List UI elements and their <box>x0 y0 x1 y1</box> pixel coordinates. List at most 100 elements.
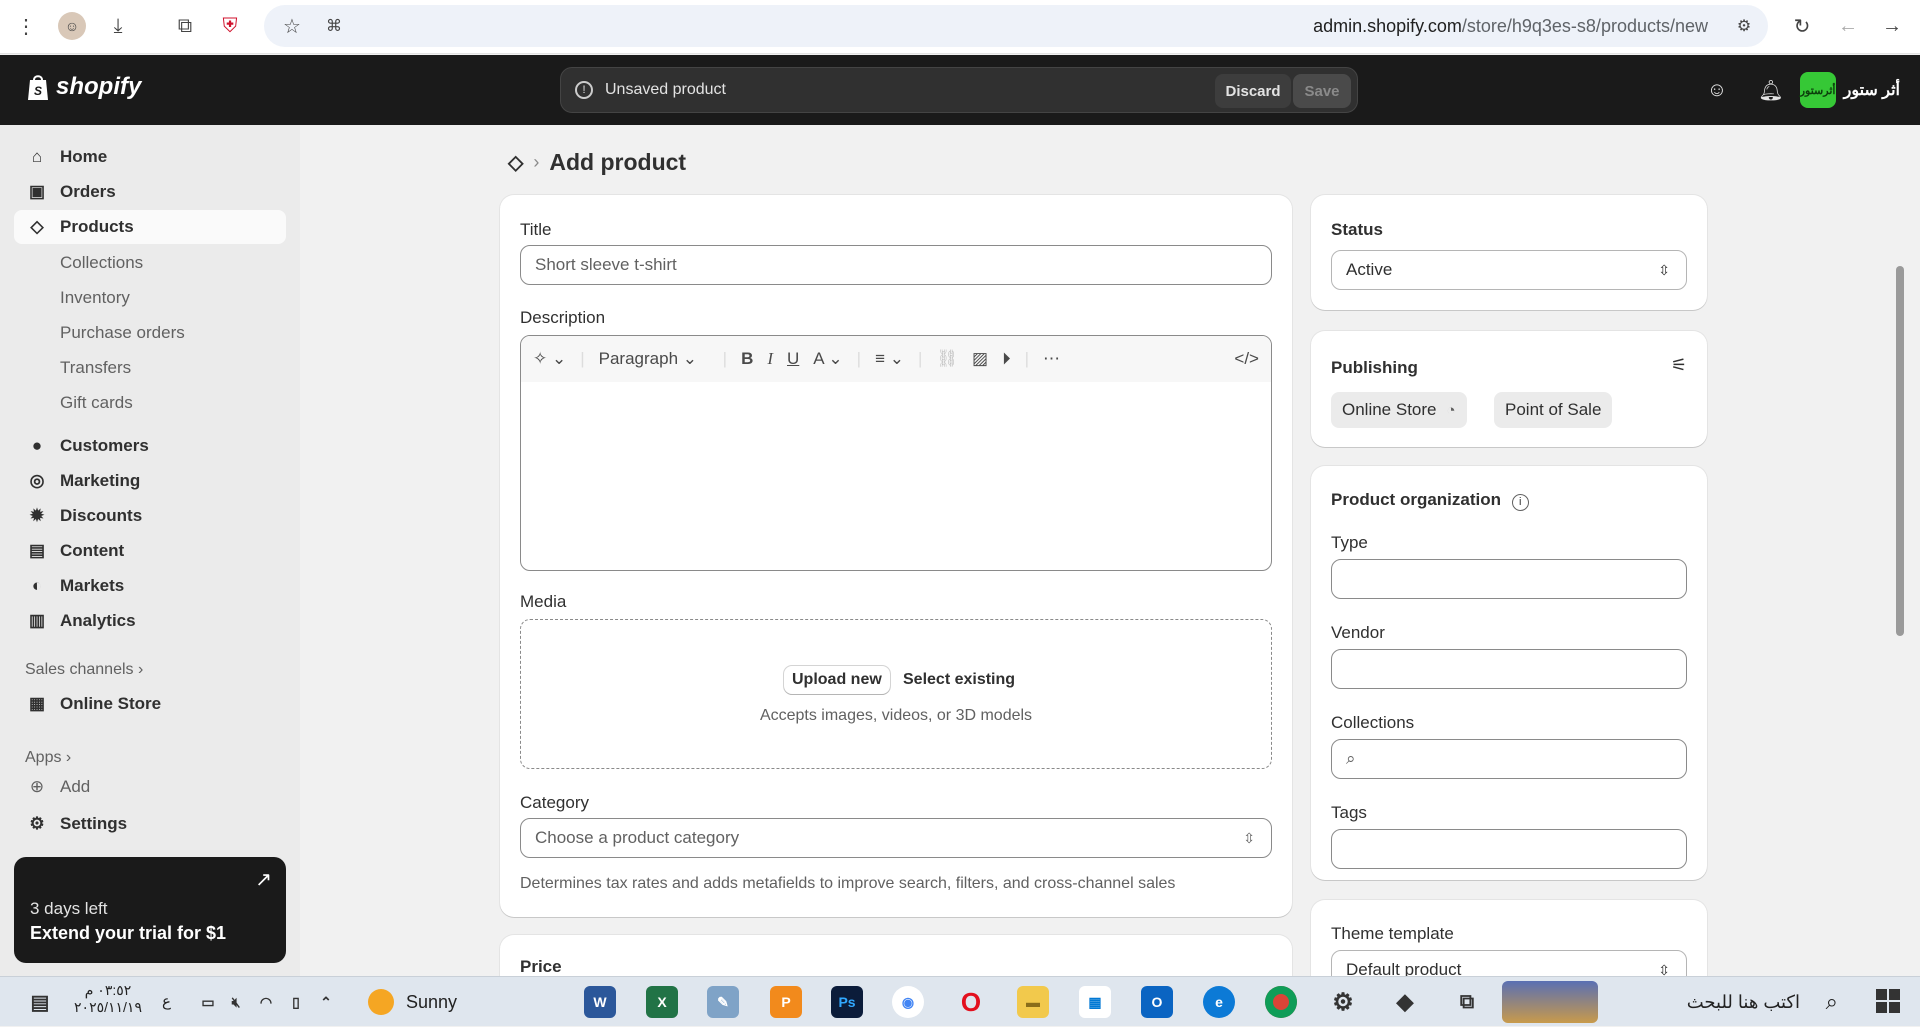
clock[interactable]: ٠٣:٥٢ م ٢٠٢٥/١١/١٩ <box>72 982 144 1016</box>
channel-pill-online-store[interactable]: Online Store ◔ <box>1331 392 1467 428</box>
language-indicator[interactable]: ع <box>162 992 171 1010</box>
info-icon[interactable]: i <box>1511 493 1529 511</box>
sales-channels-heading[interactable]: Sales channels › <box>25 661 143 679</box>
editor-toolbar: ✧ ⌄ | Paragraph ⌄ | B I U A ⌄ | ≡ ⌄ | ⛓ … <box>521 336 1271 382</box>
address-bar[interactable]: ☆ ⌘ admin.shopify.com/store/h9q3es-s8/pr… <box>264 5 1768 47</box>
word-icon[interactable]: W <box>584 986 616 1018</box>
sidebar-subitem-gift-cards[interactable]: Gift cards <box>60 393 133 413</box>
volume-muted-icon[interactable]: 🔇︎ <box>220 986 252 1018</box>
pdf-reader-icon[interactable]: P <box>770 986 802 1018</box>
sidebar-item-markets[interactable]: ◐ Markets <box>14 569 286 603</box>
sidebar-item-add-app[interactable]: ⊕ Add <box>14 775 286 799</box>
sidebar-item-content[interactable]: ▤ Content <box>14 534 286 568</box>
insert-image-icon[interactable]: ▨ <box>972 349 988 369</box>
sidebar-item-orders[interactable]: ▣ Orders <box>14 175 286 209</box>
discard-button[interactable]: Discard <box>1215 74 1291 108</box>
text-color-icon[interactable]: A ⌄ <box>813 349 842 369</box>
sidebar-subitem-collections[interactable]: Collections <box>60 253 143 273</box>
outlook-icon[interactable]: O <box>1141 986 1173 1018</box>
store-switcher[interactable]: أثرستور أثر ستور <box>1799 72 1900 108</box>
sidebar-item-discounts[interactable]: ✹ Discounts <box>14 499 286 533</box>
task-view-icon[interactable]: ⧉ <box>1451 986 1483 1018</box>
sidebar-item-analytics[interactable]: ▥ Analytics <box>14 604 286 638</box>
sidebar-item-online-store[interactable]: ▦ Online Store <box>14 687 286 721</box>
tag-icon[interactable]: ◇ <box>508 150 523 175</box>
sidebar-item-customers[interactable]: ● Customers <box>14 429 286 463</box>
code-view-icon[interactable]: </> <box>1234 349 1259 369</box>
ublock-icon[interactable]: ⛨ <box>216 12 244 40</box>
notification-center-icon[interactable]: ▤ <box>24 986 56 1018</box>
category-select[interactable]: Choose a product category ⇳ <box>520 818 1272 858</box>
description-editor[interactable]: ✧ ⌄ | Paragraph ⌄ | B I U A ⌄ | ≡ ⌄ | ⛓ … <box>520 335 1272 571</box>
italic-icon[interactable]: I <box>767 349 773 369</box>
opera-icon[interactable]: O <box>955 986 987 1018</box>
channel-pill-point-of-sale[interactable]: Point of Sale <box>1494 392 1613 428</box>
link-icon[interactable]: ⛓ <box>936 349 958 369</box>
sidebar-subitem-transfers[interactable]: Transfers <box>60 358 131 378</box>
excel-icon[interactable]: X <box>646 986 678 1018</box>
windows-start-icon[interactable] <box>1876 989 1900 1013</box>
taskbar-search-box[interactable]: اكتب هنا للبحث ⌕ <box>1610 977 1860 1027</box>
shopify-logo[interactable]: S shopify <box>26 73 141 101</box>
sidebar-subitem-purchase-orders[interactable]: Purchase orders <box>60 323 185 343</box>
notifications-bell-icon[interactable]: 🔔︎ <box>1758 77 1784 103</box>
tags-input[interactable] <box>1331 829 1687 869</box>
sidekick-icon[interactable]: ☺ <box>1704 77 1730 103</box>
edge-icon[interactable]: e <box>1203 986 1235 1018</box>
bold-icon[interactable]: B <box>741 349 753 369</box>
media-dropzone[interactable]: Upload new Select existing Accepts image… <box>520 619 1272 769</box>
trial-banner[interactable]: ↗ 3 days left Extend your trial for $1 <box>14 857 286 963</box>
file-explorer-icon[interactable]: ▬ <box>1017 986 1049 1018</box>
photoshop-icon[interactable]: Ps <box>831 986 863 1018</box>
sidebar-item-home[interactable]: ⌂ Home <box>14 140 286 174</box>
bookmark-star-icon[interactable]: ☆ <box>278 12 306 40</box>
site-settings-icon[interactable]: ⚙ <box>1730 12 1758 40</box>
select-existing-link[interactable]: Select existing <box>903 671 1015 689</box>
tray-chevron-up-icon[interactable]: ⌃ <box>310 986 342 1018</box>
unsaved-changes-bar: ! Unsaved product Discard Save <box>560 67 1358 113</box>
sidebar-item-settings[interactable]: ⚙ Settings <box>14 807 286 841</box>
translate-icon[interactable]: ⌘ <box>320 12 348 40</box>
collections-search-input[interactable]: ⌕ <box>1331 739 1687 779</box>
status-select[interactable]: Active ⇳ <box>1331 250 1687 290</box>
paragraph-select[interactable]: Paragraph ⌄ <box>599 349 709 369</box>
apps-heading[interactable]: Apps › <box>25 749 71 767</box>
channel-label: Point of Sale <box>1505 400 1602 419</box>
url-text[interactable]: admin.shopify.com/store/h9q3es-s8/produc… <box>1313 16 1708 37</box>
sidebar-item-products[interactable]: ◇ Products <box>14 210 286 244</box>
chrome-profile-icon[interactable]: ◉ <box>892 986 924 1018</box>
page-scrollbar[interactable] <box>1896 266 1904 636</box>
type-input[interactable] <box>1331 559 1687 599</box>
upload-new-button[interactable]: Upload new <box>784 666 890 694</box>
chrome-icon[interactable] <box>1265 986 1297 1018</box>
extensions-icon[interactable]: ⧉ <box>171 12 199 40</box>
ai-sparkle-icon[interactable]: ✧ ⌄ <box>533 349 566 369</box>
browser-menu-icon[interactable]: ⋮ <box>12 12 40 40</box>
forward-icon[interactable]: → <box>1878 12 1906 40</box>
download-icon[interactable]: ⤓ <box>104 12 132 40</box>
more-icon[interactable]: ⋯ <box>1043 349 1060 369</box>
save-button[interactable]: Save <box>1293 74 1351 108</box>
sidebar-item-marketing[interactable]: ◎ Marketing <box>14 464 286 498</box>
profile-avatar-icon[interactable]: ☺ <box>58 12 86 40</box>
back-icon[interactable]: ← <box>1834 12 1862 40</box>
weather-widget[interactable]: Sunny <box>368 989 457 1015</box>
title-input[interactable]: Short sleeve t-shirt <box>520 245 1272 285</box>
status-heading: Status <box>1331 220 1383 239</box>
publishing-settings-icon[interactable]: ⚟ <box>1671 355 1687 376</box>
sidebar-subitem-inventory[interactable]: Inventory <box>60 288 130 308</box>
ms-store-icon[interactable]: ▦ <box>1079 986 1111 1018</box>
search-highlight-image[interactable] <box>1502 981 1598 1023</box>
align-icon[interactable]: ≡ ⌄ <box>875 349 904 369</box>
paint-icon[interactable]: ✎ <box>707 986 739 1018</box>
device-icon[interactable]: ▯ <box>280 986 312 1018</box>
reload-icon[interactable]: ↻ <box>1788 12 1816 40</box>
wifi-icon[interactable]: ◠ <box>250 986 282 1018</box>
insert-video-icon[interactable]: ⏵ <box>1002 349 1011 369</box>
roblox-icon[interactable]: ◆ <box>1389 986 1421 1018</box>
theme-template-select[interactable]: Default product ⇳ <box>1331 950 1687 976</box>
publishing-card: Publishing ⚟ Online Store ◔ Point of Sale <box>1311 331 1707 447</box>
underline-icon[interactable]: U <box>787 349 799 369</box>
settings-gear-icon[interactable]: ⚙ <box>1327 986 1359 1018</box>
vendor-input[interactable] <box>1331 649 1687 689</box>
